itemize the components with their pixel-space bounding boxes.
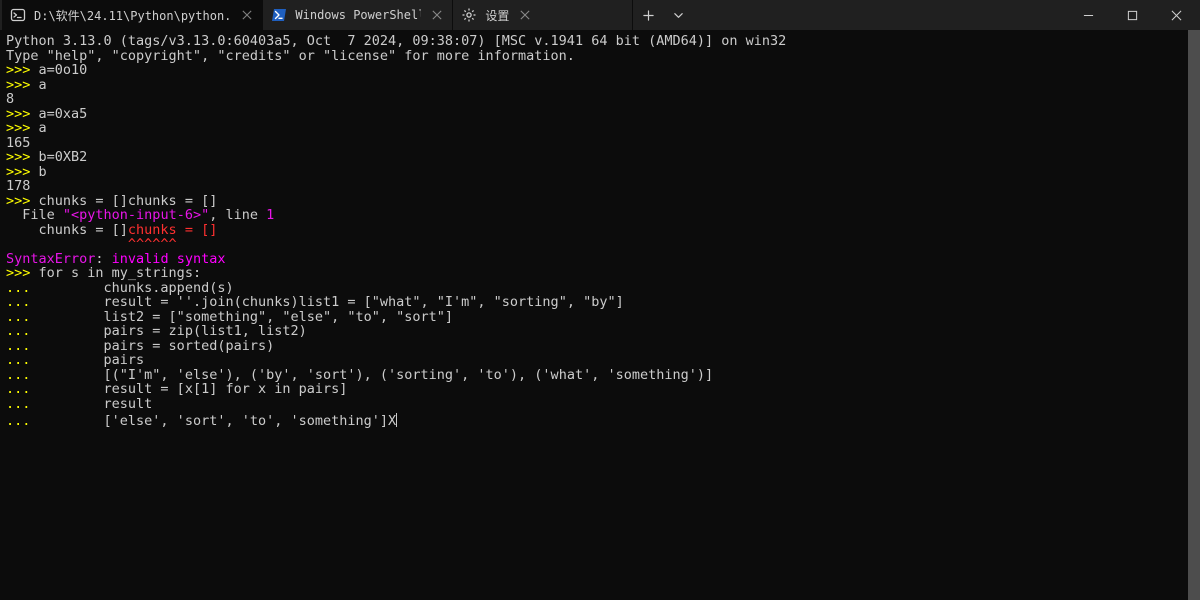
terminal-line: >>> b xyxy=(6,165,1194,180)
terminal-line: ... [("I'm", 'else'), ('by', 'sort'), ('… xyxy=(6,368,1194,383)
terminal-line: File "<python-input-6>", line 1 xyxy=(6,208,1194,223)
terminal-line: 8 xyxy=(6,92,1194,107)
maximize-button[interactable] xyxy=(1110,0,1154,30)
terminal-line: >>> a=0o10 xyxy=(6,63,1194,78)
terminal-line: ... pairs = sorted(pairs) xyxy=(6,339,1194,354)
close-icon[interactable] xyxy=(429,7,444,23)
tab-label: D:\软件\24.11\Python\python. xyxy=(34,7,231,24)
terminal-line: >>> for s in my_strings: xyxy=(6,266,1194,281)
terminal-line: 165 xyxy=(6,136,1194,151)
new-tab-button[interactable] xyxy=(633,0,663,30)
terminal-line: >>> b=0XB2 xyxy=(6,150,1194,165)
tab-label: 设置 xyxy=(485,7,509,24)
terminal-line: ^^^^^^ xyxy=(6,237,1194,252)
minimize-button[interactable] xyxy=(1066,0,1110,30)
powershell-icon xyxy=(271,7,287,23)
terminal-line: >>> chunks = []chunks = [] xyxy=(6,194,1194,209)
terminal-line: 178 xyxy=(6,179,1194,194)
terminal-line: Python 3.13.0 (tags/v3.13.0:60403a5, Oct… xyxy=(6,34,1194,49)
terminal-line: ... result = [x[1] for x in pairs] xyxy=(6,382,1194,397)
scrollbar-thumb[interactable] xyxy=(1188,30,1200,600)
terminal-line: ... ['else', 'sort', 'to', 'something']X xyxy=(6,411,1194,426)
title-bar: D:\软件\24.11\Python\python. Windows Power… xyxy=(0,0,1200,30)
terminal-line: >>> a xyxy=(6,121,1194,136)
text-cursor xyxy=(396,413,397,427)
terminal-line: >>> a=0xa5 xyxy=(6,107,1194,122)
scrollbar-track[interactable] xyxy=(1188,30,1200,600)
tab-strip: D:\软件\24.11\Python\python. Windows Power… xyxy=(2,0,693,30)
tab-dropdown-button[interactable] xyxy=(663,0,693,30)
tab-settings[interactable]: 设置 xyxy=(453,0,633,30)
terminal-line: ... pairs xyxy=(6,353,1194,368)
terminal-line: ... result xyxy=(6,397,1194,412)
terminal-line: ... pairs = zip(list1, list2) xyxy=(6,324,1194,339)
close-icon[interactable] xyxy=(517,7,533,23)
tab-powershell[interactable]: Windows PowerShell xyxy=(263,0,453,30)
tab-python[interactable]: D:\软件\24.11\Python\python. xyxy=(2,0,263,30)
settings-icon xyxy=(461,7,477,23)
terminal-line: Type "help", "copyright", "credits" or "… xyxy=(6,49,1194,64)
terminal-output[interactable]: Python 3.13.0 (tags/v3.13.0:60403a5, Oct… xyxy=(0,30,1200,430)
terminal-line: >>> a xyxy=(6,78,1194,93)
window-close-button[interactable] xyxy=(1154,0,1198,30)
terminal-icon xyxy=(10,7,26,23)
close-icon[interactable] xyxy=(239,7,255,23)
terminal-line: ... result = ''.join(chunks)list1 = ["wh… xyxy=(6,295,1194,310)
terminal-line: chunks = []chunks = [] xyxy=(6,223,1194,238)
tab-label: Windows PowerShell xyxy=(295,8,421,22)
terminal-line: ... list2 = ["something", "else", "to", … xyxy=(6,310,1194,325)
terminal-line: SyntaxError: invalid syntax xyxy=(6,252,1194,267)
terminal-line: ... chunks.append(s) xyxy=(6,281,1194,296)
terminal-pane[interactable]: Python 3.13.0 (tags/v3.13.0:60403a5, Oct… xyxy=(0,30,1200,600)
window-controls xyxy=(1066,0,1198,30)
